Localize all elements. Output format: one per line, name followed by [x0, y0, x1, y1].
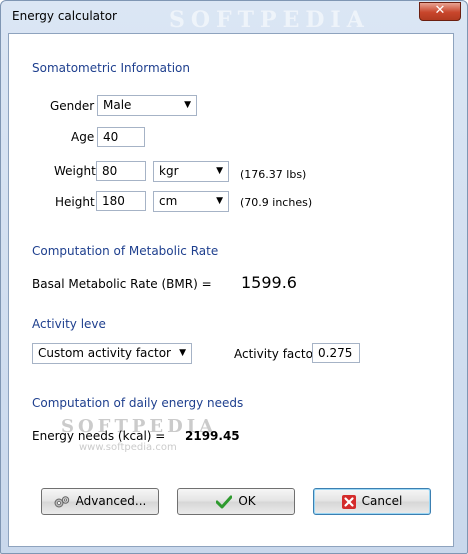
cancel-button-label: Cancel [361, 494, 403, 508]
bmr-value: 1599.6 [241, 273, 297, 292]
chevron-down-icon: ▼ [216, 166, 223, 176]
close-icon: ✕ [434, 3, 446, 18]
chevron-down-icon: ▼ [179, 348, 186, 358]
x-icon [341, 494, 356, 509]
height-converted: (70.9 inches) [240, 196, 313, 209]
height-unit-value: cm [159, 194, 178, 208]
weight-unit-value: kgr [159, 164, 179, 178]
dialog-content: Somatometric Information Gender Male ▼ A… [8, 33, 454, 547]
bmr-label: Basal Metabolic Rate (BMR) = [32, 277, 212, 291]
metabolic-heading: Computation of Metabolic Rate [32, 244, 219, 258]
title-bar[interactable]: Energy calculator SOFTPEDIA ✕ [1, 1, 467, 33]
gears-icon [54, 495, 69, 507]
height-unit-select[interactable]: cm ▼ [153, 191, 229, 212]
gender-label: Gender [50, 99, 95, 113]
height-label: Height [55, 195, 95, 209]
close-button[interactable]: ✕ [419, 2, 461, 21]
energy-label: Energy needs (kcal) = [32, 429, 166, 443]
activity-factor-input[interactable]: 0.275 [312, 343, 360, 363]
weight-unit-select[interactable]: kgr ▼ [153, 161, 229, 182]
weight-input[interactable]: 80 [96, 161, 146, 181]
energy-value: 2199.45 [185, 429, 240, 443]
activity-heading: Activity leve [32, 317, 106, 331]
ok-button[interactable]: OK [177, 488, 295, 515]
height-input[interactable]: 180 [96, 191, 146, 211]
window-title: Energy calculator [12, 9, 117, 23]
somatometric-heading: Somatometric Information [32, 61, 190, 75]
gender-value: Male [103, 98, 132, 112]
dialog-window: Energy calculator SOFTPEDIA ✕ Somatometr… [0, 0, 468, 554]
advanced-button[interactable]: Advanced... [41, 488, 159, 515]
chevron-down-icon: ▼ [184, 100, 191, 110]
weight-label: Weight [54, 164, 96, 178]
activity-level-value: Custom activity factor [38, 346, 171, 360]
chevron-down-icon: ▼ [216, 196, 223, 206]
daily-heading: Computation of daily energy needs [32, 396, 244, 410]
activity-level-select[interactable]: Custom activity factor ▼ [32, 343, 192, 364]
activity-factor-label: Activity factor [234, 347, 318, 361]
age-input[interactable]: 40 [97, 127, 145, 147]
advanced-button-label: Advanced... [75, 494, 147, 508]
title-watermark: SOFTPEDIA [169, 7, 370, 33]
content-watermark-url: www.softpedia.com [79, 442, 177, 453]
checkmark-icon [216, 495, 233, 508]
ok-button-label: OK [238, 494, 256, 508]
weight-converted: (176.37 lbs) [240, 168, 307, 181]
gender-select[interactable]: Male ▼ [97, 95, 197, 116]
cancel-button[interactable]: Cancel [313, 488, 431, 515]
age-label: Age [71, 130, 95, 144]
